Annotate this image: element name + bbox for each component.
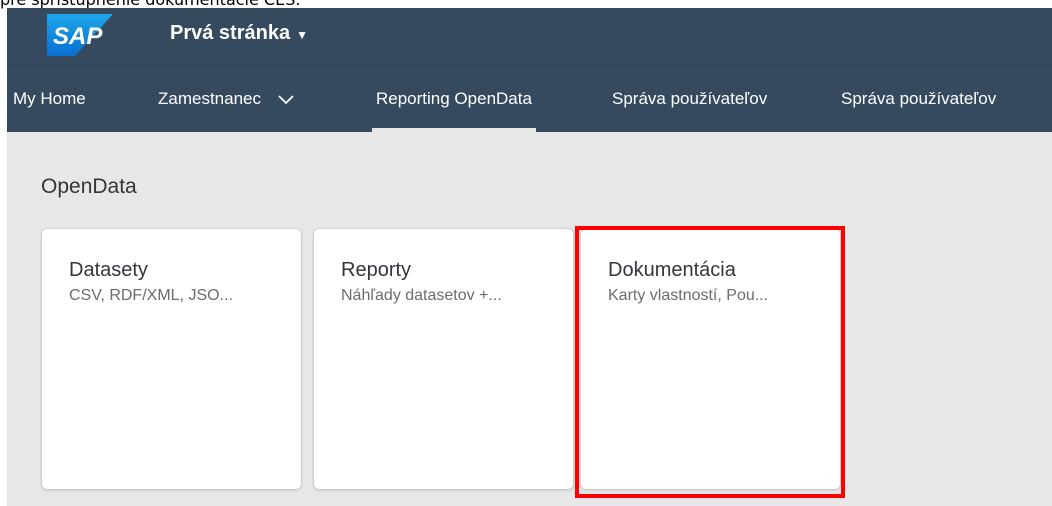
sap-logo[interactable]: SAP: [47, 14, 113, 56]
tile-datasety[interactable]: Datasety CSV, RDF/XML, JSO...: [42, 229, 301, 489]
sap-logo-text: SAP: [53, 23, 103, 50]
nav-item-my-home[interactable]: My Home: [13, 66, 86, 132]
page-title-dropdown[interactable]: Prvá stránka ▼: [170, 22, 308, 45]
nav-item-label: Zamestnanec: [158, 89, 261, 108]
nav-item-sprava-pouzivatelov-2[interactable]: Správa používateľov: [841, 66, 996, 132]
nav-item-label: Reporting OpenData: [376, 89, 532, 108]
highlight-box: [575, 226, 845, 498]
navigation-bar: My Home Zamestnanec Reporting OpenData S…: [7, 65, 1052, 132]
chevron-down-icon: [278, 94, 294, 104]
page-title: Prvá stránka: [170, 22, 291, 44]
nav-item-reporting-opendata[interactable]: Reporting OpenData: [372, 66, 536, 132]
tile-reporty[interactable]: Reporty Náhľady datasetov +...: [314, 229, 573, 489]
nav-item-label: Správa používateľov: [612, 89, 768, 108]
tile-title: Reporty: [341, 259, 412, 281]
tile-title: Datasety: [69, 259, 148, 281]
shell-bar: SAP Prvá stránka ▼: [7, 8, 1052, 65]
nav-item-label: Správa používateľov: [841, 89, 997, 108]
caret-down-icon: ▼: [296, 27, 308, 42]
tile-subtitle: Náhľady datasetov +...: [341, 287, 502, 304]
nav-item-label: My Home: [13, 89, 86, 108]
group-title: OpenData: [41, 175, 137, 198]
fiori-launchpad: SAP Prvá stránka ▼ My Home Zamestnanec R…: [7, 8, 1052, 506]
nav-item-zamestnanec[interactable]: Zamestnanec: [158, 66, 294, 132]
nav-item-sprava-pouzivatelov-1[interactable]: Správa používateľov: [612, 66, 767, 132]
tile-subtitle: CSV, RDF/XML, JSO...: [69, 287, 233, 304]
